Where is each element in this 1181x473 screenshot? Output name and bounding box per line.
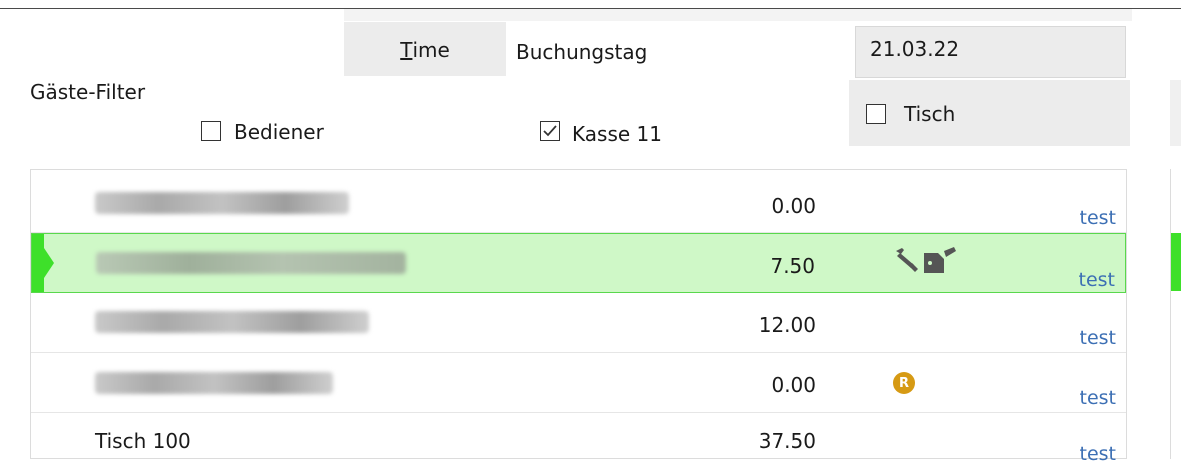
payment-tools-icon: [894, 245, 962, 279]
right-panel-header: [1170, 80, 1181, 146]
kasse-label[interactable]: Kasse 11: [572, 122, 662, 146]
row-tag-link[interactable]: test: [1080, 387, 1117, 409]
checkmark-icon: [543, 125, 557, 137]
time-button[interactable]: Time: [344, 22, 506, 76]
list-item-selected[interactable]: 7.50 test: [31, 233, 1126, 293]
row-amount: 7.50: [770, 254, 815, 278]
blurred-guest-name: [95, 311, 369, 333]
time-button-accelerator: T: [400, 38, 413, 62]
blurred-guest-name: [95, 372, 333, 394]
right-list-panel[interactable]: [1170, 169, 1181, 459]
tisch-label[interactable]: Tisch: [904, 102, 955, 126]
tisch-filter-panel: [849, 80, 1130, 146]
list-item[interactable]: Tisch 100 37.50 test: [31, 413, 1126, 473]
row-tag-link[interactable]: test: [1079, 269, 1116, 291]
row-amount: 37.50: [758, 429, 816, 453]
selection-marker-arrow: [44, 248, 54, 278]
top-strip: [344, 9, 1132, 21]
list-item[interactable]: 12.00 test: [31, 293, 1126, 353]
right-selection-marker: [1171, 233, 1181, 291]
guest-list[interactable]: 0.00 test 7.50 test 12.00 test 0.00 R te…: [30, 169, 1127, 465]
booking-day-label: Buchungstag: [516, 40, 648, 64]
date-field[interactable]: 21.03.22: [855, 26, 1126, 78]
list-item[interactable]: 0.00 test: [31, 173, 1126, 233]
selection-marker: [32, 234, 44, 292]
row-tag-link[interactable]: test: [1080, 443, 1117, 465]
row-amount: 12.00: [758, 313, 816, 337]
bediener-label[interactable]: Bediener: [234, 120, 324, 144]
row-amount: 0.00: [771, 373, 816, 397]
bediener-checkbox[interactable]: [201, 121, 221, 141]
row-tag-link[interactable]: test: [1080, 327, 1117, 349]
time-button-label: ime: [412, 38, 450, 62]
guest-name: Tisch 100: [95, 429, 191, 453]
r-badge-icon: R: [893, 372, 915, 394]
list-item[interactable]: 0.00 R test: [31, 353, 1126, 413]
row-amount: 0.00: [771, 194, 816, 218]
kasse-checkbox[interactable]: [540, 121, 560, 141]
guest-filter-title: Gäste-Filter: [30, 80, 146, 104]
row-tag-link[interactable]: test: [1080, 207, 1117, 229]
tisch-checkbox[interactable]: [866, 104, 886, 124]
blurred-guest-name: [96, 252, 406, 274]
blurred-guest-name: [95, 192, 349, 214]
